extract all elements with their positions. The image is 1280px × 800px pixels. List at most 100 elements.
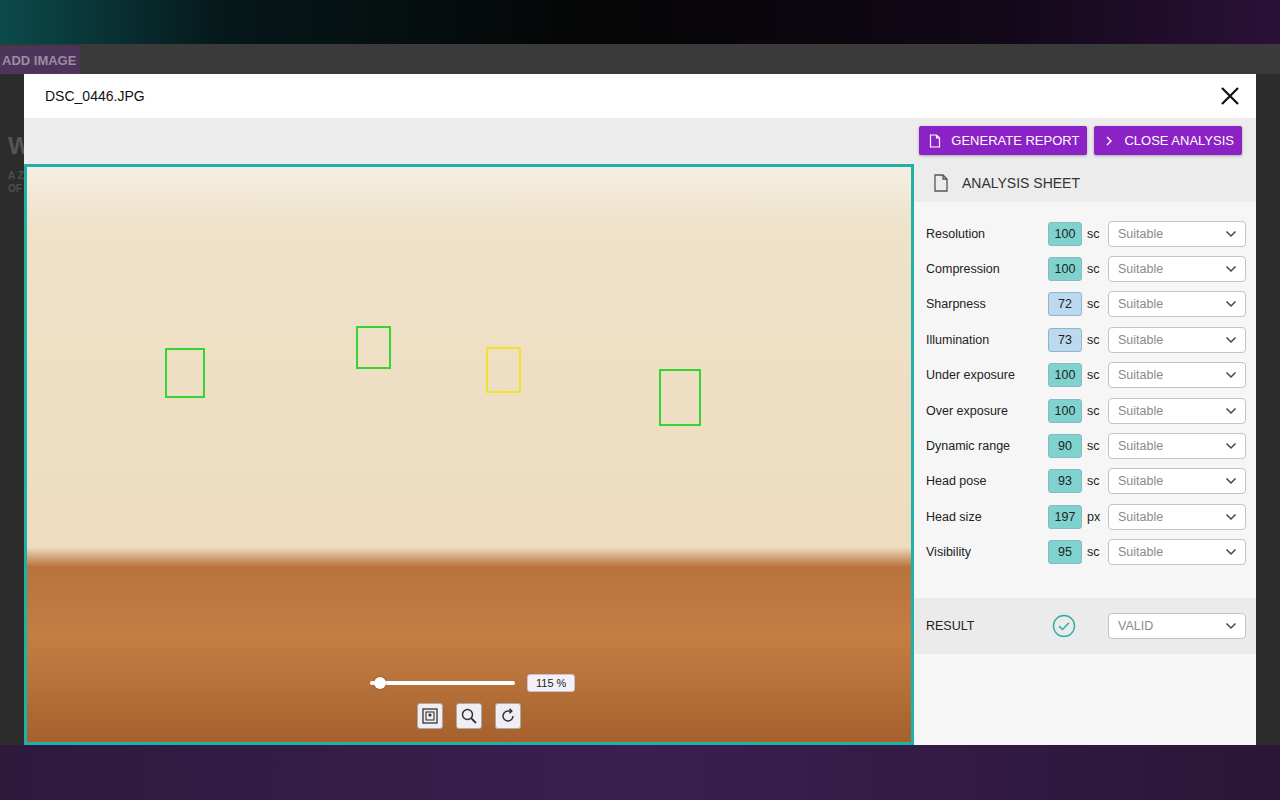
metric-label: Visibility: [926, 545, 1048, 559]
chevron-down-icon: [1225, 442, 1237, 450]
metric-row: Under exposure100scSuitable: [926, 358, 1246, 393]
result-row: RESULT VALID: [914, 598, 1256, 654]
face-box[interactable]: [356, 326, 391, 369]
chevron-down-icon: [1225, 407, 1237, 415]
metric-dropdown[interactable]: Suitable: [1108, 398, 1246, 424]
metric-unit: sc: [1082, 262, 1108, 276]
modal-body: 115 %ANALYSIS SHEETResolution100scSuitab…: [24, 164, 1256, 745]
metric-row: Dynamic range90scSuitable: [926, 428, 1246, 463]
metric-dropdown[interactable]: Suitable: [1108, 291, 1246, 317]
document-icon: [929, 134, 941, 148]
metric-dropdown[interactable]: Suitable: [1108, 327, 1246, 353]
metric-score: 100: [1048, 257, 1082, 281]
top-bar: [0, 0, 1280, 44]
portrait-icon: [421, 707, 439, 725]
metric-score: 100: [1048, 399, 1082, 423]
metric-unit: sc: [1082, 297, 1108, 311]
chevron-down-icon: [1225, 336, 1237, 344]
metric-label: Resolution: [926, 227, 1048, 241]
metric-label: Compression: [926, 262, 1048, 276]
metric-unit: sc: [1082, 474, 1108, 488]
metric-unit: sc: [1082, 439, 1108, 453]
analysis-sheet: ANALYSIS SHEETResolution100scSuitableCom…: [914, 164, 1256, 745]
result-dropdown[interactable]: VALID: [1108, 613, 1246, 639]
metric-unit: sc: [1082, 227, 1108, 241]
metric-score: 100: [1048, 222, 1082, 246]
metric-label: Head pose: [926, 474, 1048, 488]
sheet-header: ANALYSIS SHEET: [914, 164, 1256, 202]
metric-unit: sc: [1082, 404, 1108, 418]
action-bar: ADD IMAGE: [0, 44, 1280, 74]
chevron-down-icon: [1225, 371, 1237, 379]
chevron-down-icon: [1225, 477, 1237, 485]
metric-dropdown[interactable]: Suitable: [1108, 539, 1246, 565]
metric-row: Over exposure100scSuitable: [926, 393, 1246, 428]
bottom-bar: [0, 745, 1280, 800]
metric-row: Resolution100scSuitable: [926, 216, 1246, 251]
zoom-thumb[interactable]: [374, 677, 386, 689]
metric-row: Visibility95scSuitable: [926, 535, 1246, 570]
chevron-down-icon: [1225, 622, 1237, 630]
metric-score: 93: [1048, 469, 1082, 493]
zoom-reading: 115 %: [527, 674, 575, 692]
toolbar-button[interactable]: GENERATE REPORT: [919, 126, 1087, 155]
metric-score: 90: [1048, 434, 1082, 458]
image-viewer: 115 %: [24, 164, 914, 745]
metric-dropdown[interactable]: Suitable: [1108, 504, 1246, 530]
toolbar-button[interactable]: CLOSE ANALYSIS: [1094, 126, 1242, 155]
metric-label: Dynamic range: [926, 439, 1048, 453]
modal-header: DSC_0446.JPG: [24, 74, 1256, 118]
toolbar: GENERATE REPORTCLOSE ANALYSIS: [24, 118, 1256, 164]
metric-row: Illumination73scSuitable: [926, 322, 1246, 357]
metric-score: 95: [1048, 540, 1082, 564]
metric-score: 197: [1048, 505, 1082, 529]
metric-label: Under exposure: [926, 368, 1048, 382]
chevron-right-icon: [1104, 135, 1114, 147]
metric-label: Sharpness: [926, 297, 1048, 311]
metric-label: Illumination: [926, 333, 1048, 347]
metric-dropdown[interactable]: Suitable: [1108, 468, 1246, 494]
page: ADD IMAGEWA ZOFDSC_0446.JPGGENERATE REPO…: [0, 0, 1280, 800]
analysis-modal: DSC_0446.JPG GENERATE REPORTCLOSE ANALYSI…: [24, 74, 1256, 745]
metric-unit: px: [1082, 510, 1108, 524]
modal-title: DSC_0446.JPG: [45, 88, 145, 104]
face-box[interactable]: [165, 348, 205, 398]
metric-row: Sharpness72scSuitable: [926, 287, 1246, 322]
metric-row: Head size197pxSuitable: [926, 499, 1246, 534]
document-icon: [933, 174, 949, 192]
metric-score: 73: [1048, 328, 1082, 352]
photo: 115 %: [27, 167, 911, 742]
chevron-down-icon: [1225, 230, 1237, 238]
metric-unit: sc: [1082, 333, 1108, 347]
result-label: RESULT: [926, 619, 1052, 633]
metric-row: Head pose93scSuitable: [926, 464, 1246, 499]
metric-score: 72: [1048, 292, 1082, 316]
chevron-down-icon: [1225, 265, 1237, 273]
fit-button[interactable]: [417, 703, 443, 729]
metric-dropdown[interactable]: Suitable: [1108, 362, 1246, 388]
chevron-down-icon: [1225, 300, 1237, 308]
rotate-icon: [499, 707, 517, 725]
viewer-tools: [417, 703, 521, 729]
metric-label: Head size: [926, 510, 1048, 524]
add-image-button[interactable]: ADD IMAGE: [0, 46, 80, 74]
sheet-title: ANALYSIS SHEET: [962, 175, 1080, 191]
close-icon[interactable]: [1219, 85, 1241, 107]
metric-dropdown[interactable]: Suitable: [1108, 221, 1246, 247]
metric-list: Resolution100scSuitableCompression100scS…: [914, 202, 1256, 570]
metric-row: Compression100scSuitable: [926, 251, 1246, 286]
metric-label: Over exposure: [926, 404, 1048, 418]
face-box[interactable]: [486, 347, 521, 393]
zoom-button[interactable]: [456, 703, 482, 729]
magnifier-icon: [460, 707, 478, 725]
metric-unit: sc: [1082, 368, 1108, 382]
chevron-down-icon: [1225, 513, 1237, 521]
metric-dropdown[interactable]: Suitable: [1108, 433, 1246, 459]
face-box[interactable]: [659, 369, 701, 426]
check-circle-icon: [1052, 614, 1076, 638]
zoom-control: 115 %: [370, 674, 575, 692]
metric-dropdown[interactable]: Suitable: [1108, 256, 1246, 282]
rotate-button[interactable]: [495, 703, 521, 729]
metric-score: 100: [1048, 363, 1082, 387]
zoom-slider[interactable]: [370, 681, 515, 685]
